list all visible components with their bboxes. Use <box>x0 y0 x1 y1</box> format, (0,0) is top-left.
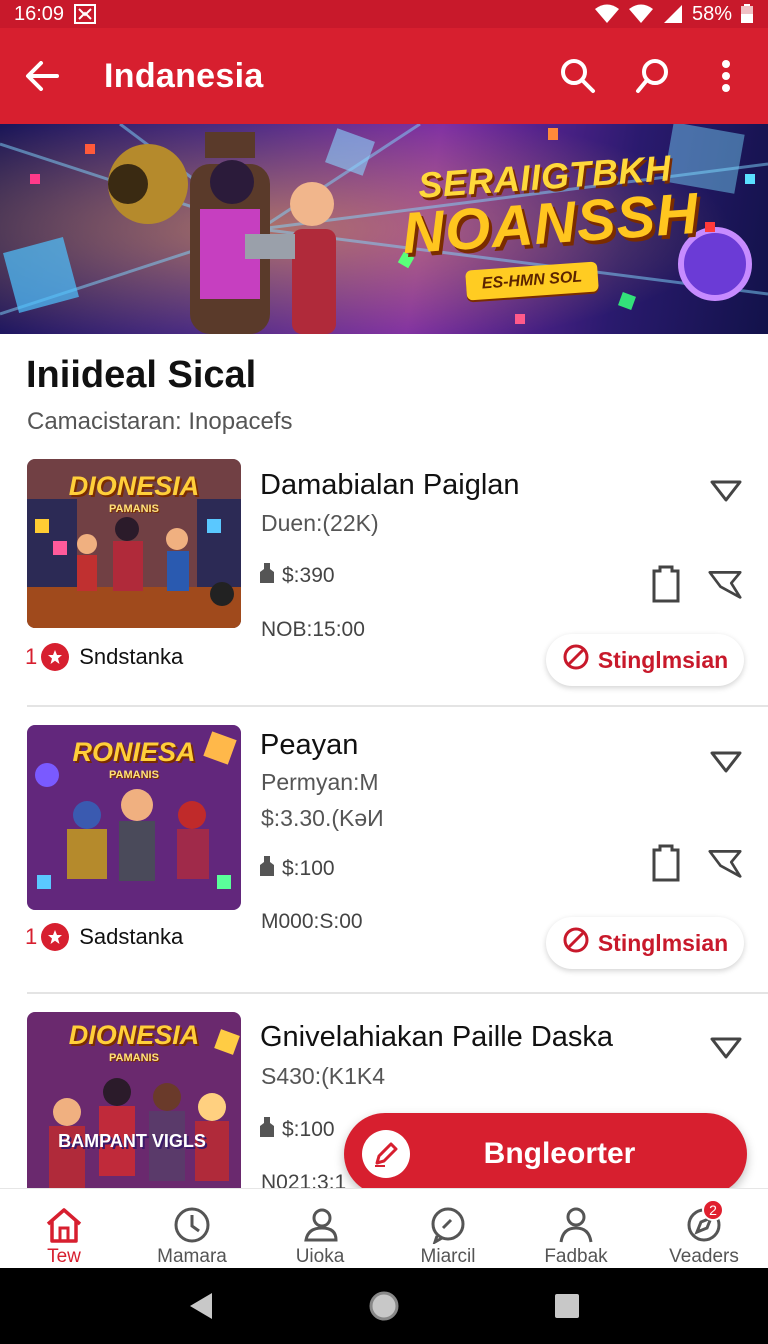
system-home-icon[interactable] <box>364 1286 404 1326</box>
nav-item-people[interactable]: Uioka <box>256 1189 384 1268</box>
bookmark-icon[interactable] <box>649 844 683 882</box>
nav-label: Mamara <box>157 1246 227 1267</box>
signal-icon <box>628 4 654 24</box>
cell-signal-icon <box>662 4 684 24</box>
card-time: M000:S:00 <box>261 910 363 933</box>
card-price: $:390 <box>260 563 335 589</box>
rank-label: Sndstanka <box>79 644 184 669</box>
card-title: Damabialan Paiglan <box>260 469 520 501</box>
chat-icon <box>429 1203 467 1246</box>
card-price: $:100 <box>260 856 335 882</box>
nav-label: Tew <box>47 1246 81 1267</box>
tag-icon <box>562 643 590 677</box>
card-action-label: Stinglmsian <box>597 646 729 673</box>
system-back-icon[interactable] <box>181 1286 221 1326</box>
rank-number: 1 <box>25 644 38 669</box>
app-bar: Indanesia <box>0 28 768 124</box>
divider <box>27 705 768 707</box>
price-value: $:390 <box>282 564 335 587</box>
price-tag-icon <box>260 563 274 589</box>
share-icon[interactable] <box>708 565 742 603</box>
card-action-label: Stinglmsian <box>597 929 729 956</box>
back-arrow-icon[interactable] <box>20 54 64 98</box>
card-title: Peayan <box>260 729 359 761</box>
rank-number: 1 <box>25 924 38 949</box>
card-action-button[interactable]: Stinglmsian <box>546 634 744 686</box>
chevron-down-icon[interactable] <box>708 476 744 506</box>
thumbnail-title: RONIESA <box>72 737 196 767</box>
promo-banner[interactable]: SERAIIGTBKH NOANSSH ES-HMN SOL <box>0 124 768 334</box>
pen-icon <box>362 1130 410 1178</box>
system-navigation-bar <box>0 1268 768 1344</box>
card-detail: S430:(K1K4 <box>261 1063 386 1089</box>
nav-label: Miarcil <box>420 1246 476 1267</box>
thumbnail-subtitle: PAMANIS <box>109 503 159 515</box>
page-title: Indanesia <box>104 56 264 95</box>
thumbnail-subtitle: PAMANIS <box>109 1052 159 1064</box>
card-detail-secondary: $:3.30.(KəИ <box>261 805 384 831</box>
card-time: NOB:15:00 <box>261 618 365 641</box>
price-tag-icon <box>260 856 274 882</box>
fab-label: Bngleorter <box>483 1137 636 1170</box>
card-price: $:100 <box>260 1117 335 1143</box>
chevron-down-icon[interactable] <box>708 747 744 777</box>
nav-label: Veaders <box>669 1246 739 1267</box>
thumbnail-subtitle: PAMANIS <box>109 769 159 781</box>
star-badge-icon <box>41 923 70 951</box>
card-time: N021:3:1 <box>261 1171 347 1188</box>
card-detail: Duen:(22K) <box>261 510 379 536</box>
bookmark-icon[interactable] <box>649 565 683 603</box>
wifi-icon <box>594 4 620 24</box>
star-badge-icon <box>41 643 70 671</box>
card-thumbnail[interactable]: RONIESA PAMANIS <box>27 725 241 910</box>
rank-row: 1 Sndstanka <box>25 643 183 671</box>
nav-item-compass[interactable]: Veaders 2 <box>640 1189 768 1268</box>
people-icon <box>300 1203 340 1246</box>
price-value: $:100 <box>282 1118 335 1141</box>
clock-icon <box>173 1203 211 1246</box>
thumbnail-caption: BAMPANT VIGLS <box>58 1131 206 1151</box>
person-icon <box>557 1203 595 1246</box>
card-action-button[interactable]: Stinglmsian <box>546 917 744 969</box>
battery-icon <box>740 4 754 24</box>
battery-percent: 58% <box>691 2 732 25</box>
system-recents-icon[interactable] <box>547 1286 587 1326</box>
section-title: Iniideal Sical <box>26 354 257 396</box>
status-bar: 16:09 58% <box>0 0 768 28</box>
report-fab-button[interactable]: Bngleorter <box>344 1113 747 1195</box>
search-alt-icon[interactable] <box>630 54 674 98</box>
card-thumbnail[interactable]: DIONESIA PAMANIS <box>27 459 241 628</box>
card-detail: Permyan:M <box>261 769 379 795</box>
thumbnail-title: DIONESIA <box>68 471 200 501</box>
thumbnail-title: DIONESIA <box>68 1020 200 1050</box>
bottom-navigation: Tew Mamara Uioka Miarcil Fadbak Veaders … <box>0 1188 768 1268</box>
price-tag-icon <box>260 1117 274 1143</box>
nav-item-person[interactable]: Fadbak <box>512 1189 640 1268</box>
rank-row: 1 Sadstanka <box>25 923 183 951</box>
more-vert-icon[interactable] <box>704 54 748 98</box>
home-icon <box>44 1203 84 1246</box>
nav-label: Uioka <box>295 1246 345 1267</box>
nav-label: Fadbak <box>544 1246 608 1267</box>
status-time: 16:09 <box>14 2 65 25</box>
rank-label: Sadstanka <box>79 924 184 949</box>
chevron-down-icon[interactable] <box>708 1033 744 1063</box>
nav-item-home[interactable]: Tew <box>0 1189 128 1268</box>
share-icon[interactable] <box>708 844 742 882</box>
tag-icon <box>562 926 590 960</box>
notification-badge: 2 <box>702 1199 724 1221</box>
card-thumbnail[interactable]: DIONESIA PAMANIS BAMPANT VIGLS <box>27 1012 241 1188</box>
nav-item-clock[interactable]: Mamara <box>128 1189 256 1268</box>
card-title: Gnivelahiakan Paille Daska <box>260 1021 614 1053</box>
divider <box>27 992 768 994</box>
notification-icon <box>74 4 97 24</box>
nav-item-chat[interactable]: Miarcil <box>384 1189 512 1268</box>
price-value: $:100 <box>282 857 335 880</box>
section-subtitle: Camacistaran: Inopacefs <box>27 408 293 435</box>
search-icon[interactable] <box>556 54 600 98</box>
